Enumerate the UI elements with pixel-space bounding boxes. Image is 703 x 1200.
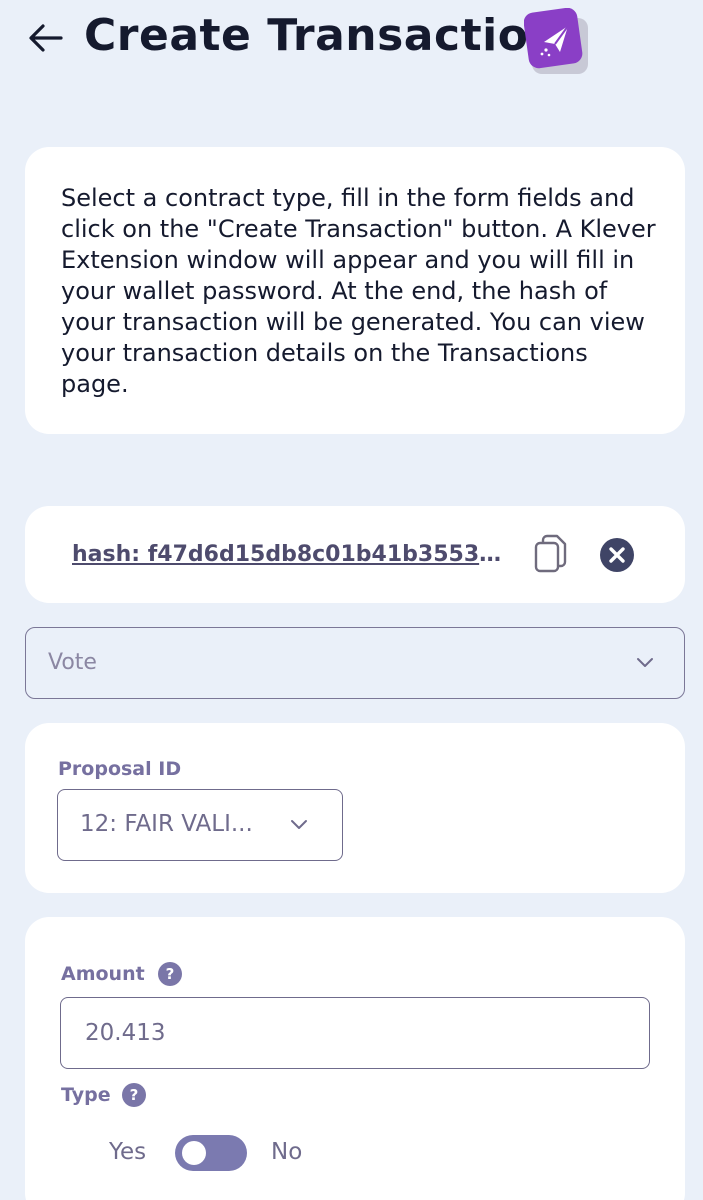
transaction-hash-link[interactable]: hash: f47d6d15db8c01b41b3553f0... — [72, 542, 504, 567]
type-toggle-row: Yes No — [109, 1135, 369, 1173]
chevron-down-icon — [291, 820, 307, 829]
copy-icon — [534, 534, 567, 573]
proposal-id-value: 12: FAIR VALI... — [80, 811, 253, 837]
toggle-no-label: No — [271, 1139, 303, 1165]
clear-hash-button[interactable] — [599, 537, 635, 573]
amount-label: Amount — [61, 963, 145, 985]
arrow-left-icon — [29, 24, 63, 52]
type-help-icon[interactable]: ? — [122, 1083, 146, 1107]
amount-input[interactable] — [60, 997, 650, 1069]
page-title: Create Transaction — [84, 10, 561, 61]
transaction-hash-card: hash: f47d6d15db8c01b41b3553f0... — [25, 506, 685, 603]
copy-hash-button[interactable] — [533, 534, 569, 574]
create-transaction-page: Create Transaction Select a contract typ… — [0, 0, 703, 1200]
page-header: Create Transaction — [0, 0, 703, 90]
amount-card: Amount ? Type ? Yes No — [25, 917, 685, 1200]
contract-type-value: Vote — [48, 650, 97, 675]
chevron-down-icon — [637, 658, 653, 667]
close-circle-icon — [600, 538, 634, 572]
proposal-card: Proposal ID 12: FAIR VALI... — [25, 723, 685, 893]
toggle-knob — [182, 1141, 206, 1165]
instructions-card: Select a contract type, fill in the form… — [25, 147, 685, 434]
type-toggle-switch[interactable] — [175, 1135, 247, 1171]
paper-plane-icon — [523, 7, 590, 76]
proposal-id-select[interactable]: 12: FAIR VALI... — [57, 789, 343, 861]
back-button[interactable] — [26, 20, 66, 56]
amount-help-icon[interactable]: ? — [158, 962, 182, 986]
type-label: Type — [61, 1084, 111, 1106]
instructions-text: Select a contract type, fill in the form… — [61, 184, 656, 398]
toggle-yes-label: Yes — [109, 1139, 147, 1165]
proposal-id-label: Proposal ID — [58, 758, 182, 780]
contract-type-select[interactable]: Vote — [25, 627, 685, 699]
